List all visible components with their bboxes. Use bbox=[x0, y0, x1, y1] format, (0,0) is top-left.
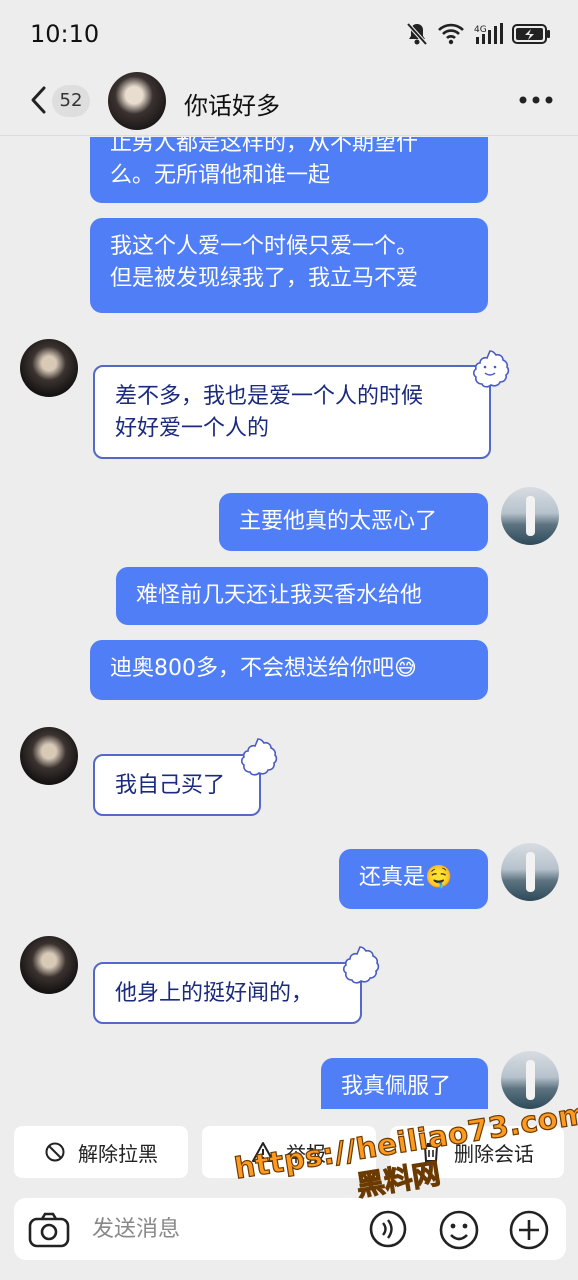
outgoing-message[interactable]: 我这个人爱一个时候只爱一个。 但是被发现绿我了，我立马不爱 bbox=[90, 218, 488, 313]
message-line: 止男人都是这样的，从不期望什 bbox=[110, 137, 419, 156]
outgoing-message[interactable]: 我真佩服了 bbox=[321, 1058, 488, 1109]
battery-charging-icon bbox=[512, 23, 550, 45]
input-bar bbox=[0, 1194, 578, 1280]
report-label: 举报 bbox=[286, 1141, 326, 1166]
camera-icon[interactable] bbox=[28, 1211, 70, 1249]
cloud-sticker-icon bbox=[240, 738, 278, 776]
contact-avatar[interactable] bbox=[20, 936, 78, 994]
action-bar: 解除拉黑 举报 删除会话 bbox=[0, 1110, 578, 1194]
voice-icon[interactable] bbox=[368, 1209, 408, 1249]
contact-avatar[interactable] bbox=[108, 72, 166, 130]
message-list[interactable]: 止男人都是这样的，从不期望什 么。无所谓他和谁一起 我这个人爱一个时候只爱一个。… bbox=[0, 137, 578, 1109]
trash-icon bbox=[423, 1143, 439, 1162]
status-icons: 4G bbox=[406, 22, 550, 46]
message-line: 他身上的挺好闻的， bbox=[115, 981, 314, 1006]
outgoing-message[interactable]: 难怪前几天还让我买香水给他 bbox=[116, 567, 488, 625]
back-icon bbox=[31, 86, 46, 114]
report-button[interactable]: 举报 bbox=[202, 1126, 376, 1178]
chat-title: 你话好多 bbox=[184, 92, 280, 120]
network-label: 4G bbox=[474, 25, 487, 35]
delete-chat-button[interactable]: 删除会话 bbox=[390, 1126, 564, 1178]
my-avatar[interactable] bbox=[501, 487, 559, 545]
more-button[interactable] bbox=[518, 92, 554, 108]
unread-count-badge[interactable]: 52 bbox=[52, 85, 90, 117]
warning-icon bbox=[252, 1142, 274, 1162]
message-input[interactable] bbox=[92, 1211, 352, 1247]
status-time: 10:10 bbox=[30, 20, 100, 48]
cloud-sticker-icon bbox=[342, 946, 380, 984]
message-line: 主要他真的太恶心了 bbox=[239, 509, 438, 534]
message-line: 还真是 bbox=[359, 865, 426, 890]
cloud-sticker-icon bbox=[472, 350, 510, 388]
unblock-label: 解除拉黑 bbox=[78, 1141, 158, 1166]
message-line: 难怪前几天还让我买香水给他 bbox=[136, 583, 423, 608]
outgoing-message[interactable]: 迪奥800多，不会想送给你吧😅 bbox=[90, 640, 488, 700]
message-line: 但是被发现绿我了，我立马不爱 bbox=[110, 266, 419, 291]
message-line: 迪奥800多，不会想送给你吧 bbox=[110, 656, 394, 681]
incoming-message[interactable]: 他身上的挺好闻的， bbox=[93, 962, 362, 1024]
drooling-emoji-icon: 🤤 bbox=[425, 865, 453, 890]
my-avatar[interactable] bbox=[501, 843, 559, 901]
contact-avatar[interactable] bbox=[20, 339, 78, 397]
message-line: 我自己买了 bbox=[115, 773, 226, 798]
message-line: 我这个人爱一个时候只爱一个。 bbox=[110, 234, 419, 259]
my-avatar[interactable] bbox=[501, 1051, 559, 1109]
message-line: 差不多，我也是爱一个人的时候 bbox=[115, 384, 424, 409]
outgoing-message[interactable]: 主要他真的太恶心了 bbox=[219, 493, 488, 551]
outgoing-message[interactable]: 还真是🤤 bbox=[339, 849, 488, 909]
message-line: 好好爱一个人的 bbox=[115, 416, 270, 441]
outgoing-message[interactable]: 止男人都是这样的，从不期望什 么。无所谓他和谁一起 bbox=[90, 137, 488, 203]
status-bar: 10:10 4G bbox=[0, 0, 578, 68]
signal-icon: 4G bbox=[474, 23, 503, 45]
plus-icon[interactable] bbox=[508, 1209, 550, 1251]
more-icon bbox=[519, 96, 553, 104]
unblock-button[interactable]: 解除拉黑 bbox=[14, 1126, 188, 1178]
back-button[interactable] bbox=[26, 82, 52, 118]
contact-avatar[interactable] bbox=[20, 727, 78, 785]
sweat-smile-emoji-icon: 😅 bbox=[394, 656, 417, 681]
message-line: 么。无所谓他和谁一起 bbox=[110, 163, 331, 188]
block-icon bbox=[45, 1142, 65, 1162]
incoming-message[interactable]: 差不多，我也是爱一个人的时候 好好爱一个人的 bbox=[93, 365, 491, 459]
message-line: 我真佩服了 bbox=[341, 1074, 452, 1099]
emoji-icon[interactable] bbox=[438, 1209, 480, 1251]
chat-header: 52 你话好多 bbox=[0, 68, 578, 136]
mute-bell-icon bbox=[406, 22, 428, 46]
wifi-icon bbox=[438, 23, 464, 45]
delete-chat-label: 删除会话 bbox=[454, 1141, 534, 1166]
